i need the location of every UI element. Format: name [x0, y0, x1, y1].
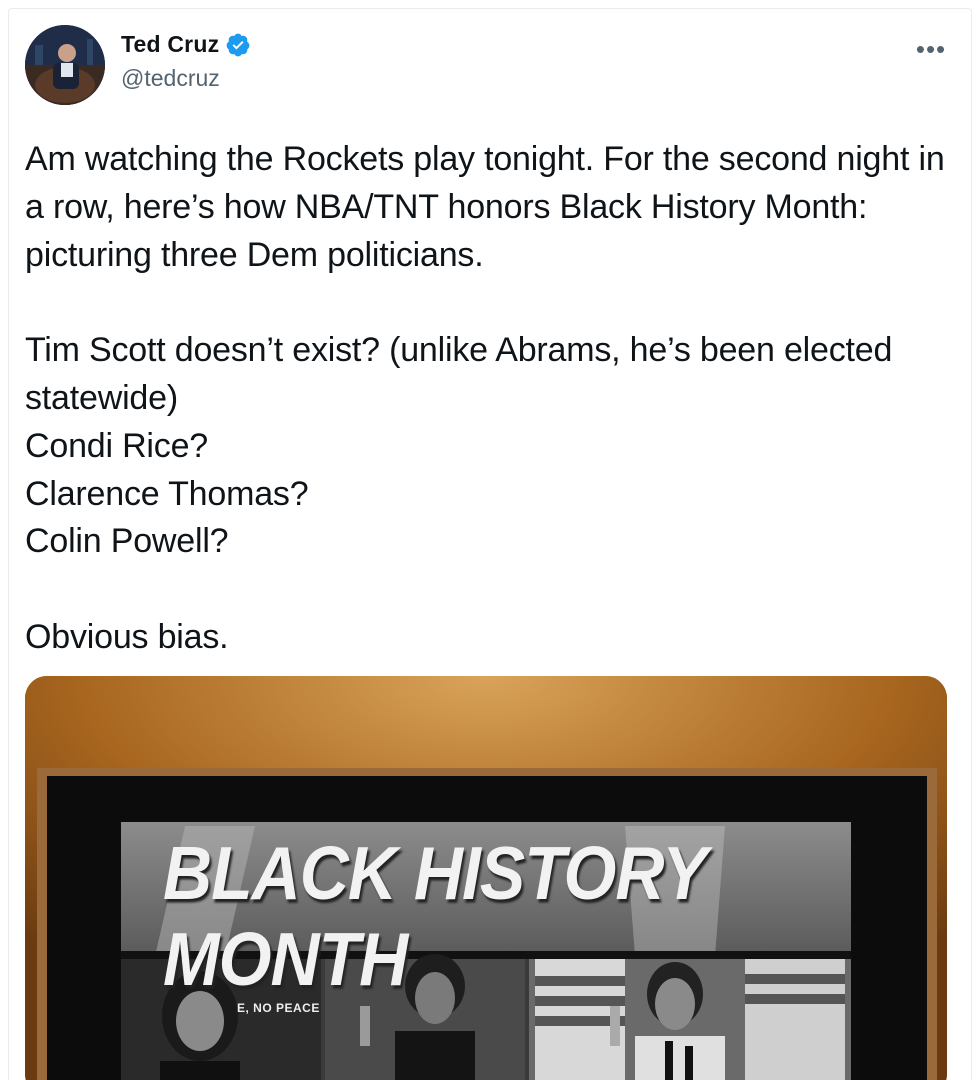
- author-handle[interactable]: @tedcruz: [121, 65, 220, 92]
- author-name-row: Ted Cruz: [121, 31, 251, 58]
- more-horizontal-icon: •••: [915, 34, 947, 64]
- more-options-button[interactable]: •••: [911, 34, 951, 64]
- display-name[interactable]: Ted Cruz: [121, 31, 219, 58]
- media-sign-text: E, NO PEACE: [237, 1001, 320, 1015]
- avatar-image: [25, 25, 105, 105]
- tweet-card: Ted Cruz @tedcruz ••• Am watching the Ro…: [8, 8, 972, 1080]
- media-headline: BLACK HISTORY MONTH: [163, 832, 706, 1002]
- tweet-media-photo[interactable]: BLACK HISTORY MONTH E, NO PEACE: [25, 676, 947, 1080]
- avatar[interactable]: [25, 25, 105, 105]
- verified-badge-icon: [225, 32, 251, 58]
- tweet-text: Am watching the Rockets play tonight. Fo…: [25, 140, 945, 656]
